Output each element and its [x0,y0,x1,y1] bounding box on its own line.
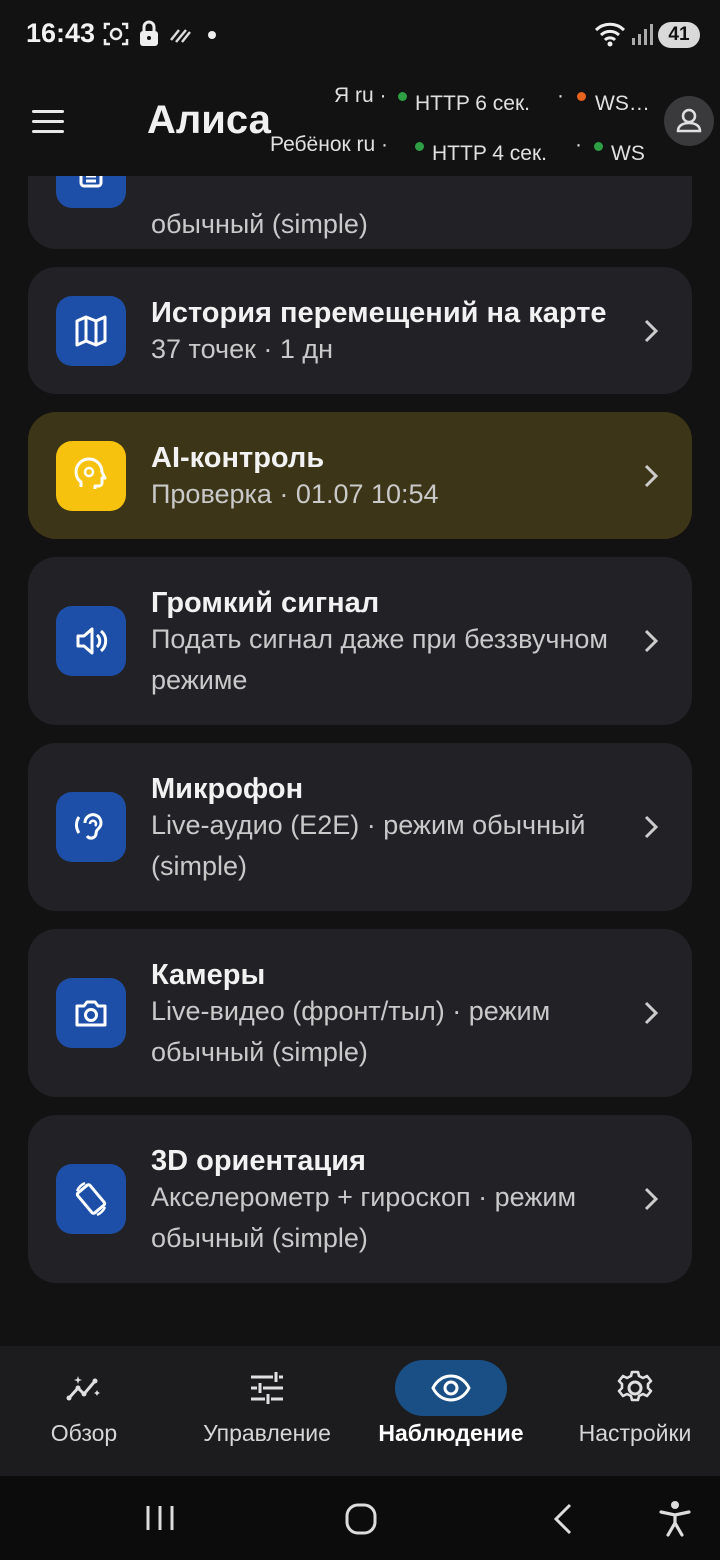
ws-status-dot-child [594,142,603,151]
card-title: Громкий сигнал [151,587,380,619]
feature-card-movement-history[interactable]: История перемещений на карте 37 точек · … [28,267,692,394]
card-icon-box [56,441,126,511]
card-icon-box [56,606,126,676]
chevron-right-icon [644,1187,659,1211]
card-icon-box [56,792,126,862]
card-subtitle: Подать сигнал даже при беззвучном режиме [151,624,608,695]
card-icon-box [56,176,126,208]
nav-icon-container [211,1360,323,1416]
feature-card-cameras[interactable]: Камеры Live-видео (фронт/тыл) · режим об… [28,929,692,1097]
lock-icon [140,20,158,46]
bottom-navigation: Обзор Управление Наблюдение Настройки [0,1346,720,1476]
wifi-icon [594,22,626,47]
http-status-child: HTTP 4 сек. [432,142,547,165]
menu-button[interactable] [30,106,70,138]
card-icon-box [56,1164,126,1234]
avatar-button[interactable] [664,96,714,146]
http-status-dot-child [415,142,424,151]
signal-icon [632,24,653,45]
menu-icon [32,110,64,113]
tab-overview[interactable]: Обзор [0,1346,174,1476]
tab-monitoring[interactable]: Наблюдение [361,1346,541,1476]
tab-label: Обзор [50,1420,118,1446]
status-time: 16:43 [26,18,96,48]
chevron-right-icon [644,629,659,653]
chevron-right-icon [644,319,659,343]
map-icon [75,315,107,347]
http-status-dot-self [398,92,407,101]
tab-label: Управление [203,1420,331,1446]
card-subtitle: Проверка · 01.07 10:54 [151,479,439,509]
card-subtitle: Live-аудио (E2E) · режим обычный (simple… [151,810,586,881]
tab-label: Наблюдение [378,1420,524,1446]
eye-icon [431,1374,471,1402]
card-icon-box [56,296,126,366]
tab-label: Настройки [578,1420,692,1446]
accessibility-icon[interactable] [658,1500,692,1538]
nav-icon-container [28,1360,140,1416]
gear-icon [617,1370,653,1402]
card-title: Камеры [151,959,266,991]
app-bar: Алиса Я ru · HTTP 6 сек. · WS… Ребёнок r… [0,70,720,176]
document-icon [79,176,103,188]
http-status-self: HTTP 6 сек. [415,92,530,115]
status-bar: 16:43 41 [0,0,720,70]
ai-brain-icon [74,457,107,489]
screenshot-icon [103,22,129,46]
tab-settings[interactable]: Настройки [545,1346,720,1476]
page-title: Алиса [147,98,271,142]
ws-status-dot-self [577,92,586,101]
feature-card-ai-control[interactable]: AI-контроль Проверка · 01.07 10:54 [28,412,692,539]
card-title: Микрофон [151,773,304,805]
feature-card-microphone[interactable]: Микрофон Live-аудио (E2E) · режим обычны… [28,743,692,911]
system-navigation-bar [0,1476,720,1560]
status-separator: · [557,84,564,107]
feature-card-3d-orientation[interactable]: 3D ориентация Акселерометр + гироскоп · … [28,1115,692,1283]
feature-list: обычный (simple) История перемещений на … [0,176,720,1346]
card-title: История перемещений на карте [151,297,607,329]
chevron-right-icon [644,1001,659,1025]
camera-icon [75,1000,107,1027]
feature-card-partial[interactable]: обычный (simple) [28,176,692,249]
recent-apps-icon[interactable] [144,1504,176,1532]
chevron-right-icon [644,815,659,839]
nav-icon-container-active [395,1360,507,1416]
card-subtitle: обычный (simple) [151,209,368,239]
connection-label-child: Ребёнок ru · [270,133,389,156]
home-icon[interactable] [344,1502,378,1536]
chevron-right-icon [644,464,659,488]
card-title: 3D ориентация [151,1145,366,1177]
card-subtitle: Акселерометр + гироскоп · режим обычный … [151,1182,577,1253]
person-icon [676,108,702,133]
ear-icon [74,813,103,840]
rotate-icon [75,1181,107,1217]
ws-status-child: WS [611,142,645,165]
card-subtitle: Live-видео (фронт/тыл) · режим обычный (… [151,996,551,1067]
sliders-icon [251,1372,283,1404]
battery-indicator: 41 [658,22,700,48]
feature-card-loud-signal[interactable]: Громкий сигнал Подать сигнал даже при бе… [28,557,692,725]
back-icon[interactable] [550,1502,576,1536]
card-subtitle: 37 точек · 1 дн [151,334,334,364]
status-separator: · [575,133,582,156]
ws-status-self: WS… [595,92,650,115]
tab-control[interactable]: Управление [177,1346,357,1476]
data-saver-icon [170,29,191,43]
analytics-icon [66,1376,100,1401]
connection-label-self: Я ru · [334,84,387,107]
card-title: AI-контроль [151,442,325,474]
notification-dot-icon [208,31,216,39]
speaker-icon [76,627,108,655]
nav-icon-container [579,1360,691,1416]
card-icon-box [56,978,126,1048]
